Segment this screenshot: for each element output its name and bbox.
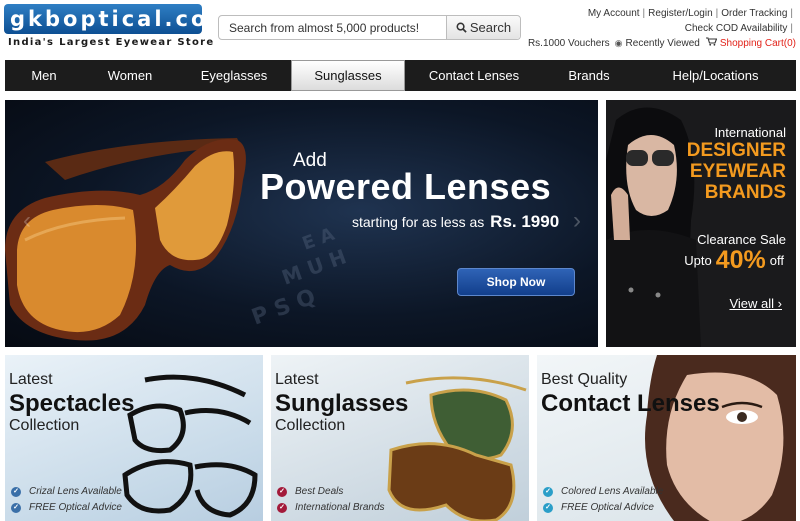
check-icon: ✓ [543,503,553,513]
hero-subtitle: starting for as less as Rs. 1990 [352,212,559,232]
main-nav: Men Women Eyeglasses Sunglasses Contact … [5,60,796,91]
hero-title: Powered Lenses [260,166,552,207]
tile-post: Collection [275,417,346,434]
check-icon: ✓ [277,503,287,513]
tile-pre: Latest [275,371,319,388]
tile-title: Sunglasses [275,390,409,417]
tile-features: ✓ Colored Lens Available ✓ FREE Optical Ad… [543,484,663,516]
promo-discount: Upto 40% off [684,246,784,275]
sunglasses-tile[interactable]: Latest Sunglasses Collection ✓ Best Deals… [271,355,529,521]
check-icon: ✓ [277,487,287,497]
feature-text: FREE Optical Advice [29,502,122,513]
my-account-link[interactable]: My Account [588,8,640,19]
logo-text: gkboptical.com [4,4,230,34]
tile-title: Contact Lenses [541,390,720,417]
vouchers-link[interactable]: Rs.1000 Vouchers [528,38,610,49]
feature-text: Colored Lens Available [561,486,664,497]
check-icon: ✓ [11,487,21,497]
list-item: ✓ FREE Optical Advice [11,500,122,516]
feature-text: International Brands [295,502,385,513]
nav-item-men[interactable]: Men [5,60,83,91]
view-all-link[interactable]: View all › [729,296,782,311]
search-input[interactable] [219,16,447,39]
site-logo[interactable]: gkboptical.com India's Largest Eyewear S… [4,4,230,48]
feature-text: Crizal Lens Available [29,486,122,497]
list-item: ✓ Best Deals [277,484,385,500]
hero-price: Rs. 1990 [490,212,560,231]
tile-features: ✓ Crizal Lens Available ✓ FREE Optical Adv… [11,484,122,516]
nav-item-brands[interactable]: Brands [543,60,635,91]
search-button-label: Search [469,20,512,35]
hero-subtitle-text: starting for as less as [352,214,485,230]
shopping-cart-link[interactable]: Shopping Cart(0) [720,38,796,49]
account-links: My Account | Register/Login | Order Tracking… [527,8,796,49]
tile-title: Spectacles [9,390,135,417]
tile-post: Collection [9,417,80,434]
order-tracking-link[interactable]: Order Tracking [721,8,787,19]
promo-eyewear: EYEWEAR [689,161,786,182]
page: gkboptical.com India's Largest Eyewear S… [0,0,800,521]
svg-text:›: › [573,207,581,234]
feature-text: Best Deals [295,486,344,497]
promo-percent: 40% [715,246,766,274]
promo-off: off [769,253,784,268]
designer-brands-promo[interactable]: International DESIGNER EYEWEAR BRANDS Cl… [606,100,796,347]
nav-item-help-locations[interactable]: Help/Locations [635,60,796,91]
search-icon [456,22,467,33]
nav-item-women[interactable]: Women [83,60,177,91]
cart-icon [705,37,717,46]
promo-brands: BRANDS [704,182,786,203]
promo-upto: Upto [684,253,712,268]
search-bar: Search [218,15,521,40]
tile-pre: Best Quality [541,371,628,388]
list-item: ✓ Colored Lens Available [543,484,663,500]
eye-icon: ◉ [614,38,623,48]
nav-item-sunglasses[interactable]: Sunglasses [291,60,405,91]
logo-tagline: India's Largest Eyewear Store [8,37,215,48]
check-icon: ✓ [11,503,21,513]
promo-headline: DESIGNER EYEWEAR BRANDS [687,140,786,203]
contact-lenses-tile[interactable]: Best Quality Contact Lenses ✓ Colored Len… [537,355,796,521]
hero-banner[interactable]: E A M U H P S Q ‹ › Add Powered Lenses s… [5,100,598,347]
svg-text:‹: ‹ [23,207,31,234]
tile-features: ✓ Best Deals ✓ International Brands [277,484,385,516]
check-icon: ✓ [543,487,553,497]
spectacles-tile[interactable]: Latest Spectacles Collection ✓ Crizal Len… [5,355,263,521]
nav-item-contact-lenses[interactable]: Contact Lenses [405,60,543,91]
list-item: ✓ FREE Optical Advice [543,500,663,516]
list-item: ✓ International Brands [277,500,385,516]
register-login-link[interactable]: Register/Login [648,8,712,19]
list-item: ✓ Crizal Lens Available [11,484,122,500]
search-button[interactable]: Search [446,16,520,39]
promo-international: International [714,125,786,140]
tile-pre: Latest [9,371,53,388]
shop-now-button[interactable]: Shop Now [457,268,575,296]
feature-text: FREE Optical Advice [561,502,654,513]
nav-item-eyeglasses[interactable]: Eyeglasses [177,60,291,91]
promo-designer: DESIGNER [686,140,786,161]
svg-text:P S Q: P S Q [249,285,320,331]
recently-viewed-link[interactable]: Recently Viewed [626,38,700,49]
promo-clearance: Clearance Sale [697,232,786,247]
cod-availability-link[interactable]: Check COD Availability [685,23,788,34]
